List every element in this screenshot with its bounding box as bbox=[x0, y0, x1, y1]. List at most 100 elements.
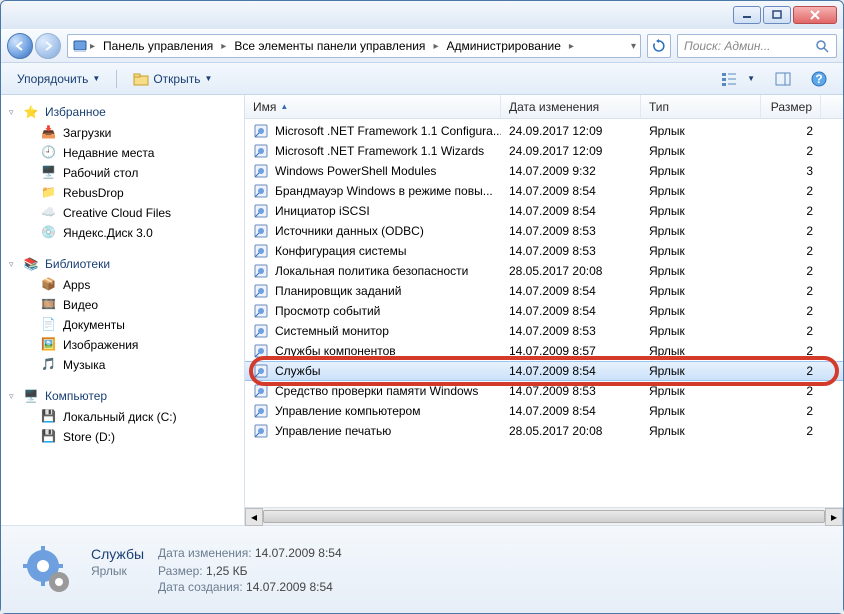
breadcrumb-item[interactable]: Все элементы панели управления bbox=[228, 35, 431, 57]
folder-icon: 📁 bbox=[41, 185, 57, 201]
details-pane: Службы Дата изменения: 14.07.2009 8:54 Я… bbox=[1, 525, 843, 613]
folder-icon: 🖥️ bbox=[41, 165, 57, 181]
preview-pane-button[interactable] bbox=[769, 68, 797, 90]
file-row[interactable]: Управление печатью28.05.2017 20:08Ярлык2 bbox=[245, 421, 843, 441]
tree-item[interactable]: 💾Store (D:) bbox=[1, 427, 244, 447]
file-list: Microsoft .NET Framework 1.1 Configura..… bbox=[245, 119, 843, 507]
file-row[interactable]: Планировщик заданий14.07.2009 8:54Ярлык2 bbox=[245, 281, 843, 301]
nav-bar: ▸ Панель управления▸ Все элементы панели… bbox=[1, 29, 843, 63]
shortcut-icon bbox=[253, 183, 269, 199]
tree-favorites[interactable]: ⭐Избранное bbox=[1, 101, 244, 123]
breadcrumb-item[interactable]: Администрирование bbox=[440, 35, 566, 57]
help-button[interactable]: ? bbox=[805, 68, 833, 90]
file-row[interactable]: Службы компонентов14.07.2009 8:57Ярлык2 bbox=[245, 341, 843, 361]
nav-tree: ⭐Избранное 📥Загрузки🕘Недавние места🖥️Раб… bbox=[1, 95, 245, 525]
toolbar: Упорядочить ▼ Открыть ▼ ▼ ? bbox=[1, 63, 843, 95]
folder-icon: 🎞️ bbox=[41, 297, 57, 313]
file-row[interactable]: Просмотр событий14.07.2009 8:54Ярлык2 bbox=[245, 301, 843, 321]
shortcut-icon bbox=[253, 243, 269, 259]
computer-icon: 🖥️ bbox=[23, 388, 39, 404]
col-name[interactable]: Имя▲ bbox=[245, 95, 501, 118]
view-button[interactable]: ▼ bbox=[715, 68, 761, 90]
file-row[interactable]: Windows PowerShell Modules14.07.2009 9:3… bbox=[245, 161, 843, 181]
forward-button[interactable] bbox=[35, 33, 61, 59]
maximize-button[interactable] bbox=[763, 6, 791, 24]
folder-icon: 🎵 bbox=[41, 357, 57, 373]
file-row[interactable]: Microsoft .NET Framework 1.1 Wizards24.0… bbox=[245, 141, 843, 161]
open-icon bbox=[133, 71, 149, 87]
folder-icon: 🖼️ bbox=[41, 337, 57, 353]
file-row[interactable]: Средство проверки памяти Windows14.07.20… bbox=[245, 381, 843, 401]
shortcut-icon bbox=[253, 343, 269, 359]
col-type[interactable]: Тип bbox=[641, 95, 761, 118]
shortcut-icon bbox=[253, 223, 269, 239]
tree-item[interactable]: ☁️Creative Cloud Files bbox=[1, 203, 244, 223]
search-icon bbox=[814, 38, 830, 54]
tree-libraries[interactable]: 📚Библиотеки bbox=[1, 253, 244, 275]
tree-item[interactable]: 🖥️Рабочий стол bbox=[1, 163, 244, 183]
folder-icon: ☁️ bbox=[41, 205, 57, 221]
tree-item[interactable]: 🖼️Изображения bbox=[1, 335, 244, 355]
shortcut-icon bbox=[253, 383, 269, 399]
file-row[interactable]: Инициатор iSCSI14.07.2009 8:54Ярлык2 bbox=[245, 201, 843, 221]
shortcut-icon bbox=[253, 363, 269, 379]
file-row[interactable]: Брандмауэр Windows в режиме повы...14.07… bbox=[245, 181, 843, 201]
folder-icon: 💾 bbox=[41, 409, 57, 425]
col-date[interactable]: Дата изменения bbox=[501, 95, 641, 118]
folder-icon: 💿 bbox=[41, 225, 57, 241]
svg-text:?: ? bbox=[815, 72, 822, 86]
col-size[interactable]: Размер bbox=[761, 95, 821, 118]
tree-item[interactable]: 🎵Музыка bbox=[1, 355, 244, 375]
folder-icon: 📥 bbox=[41, 125, 57, 141]
organize-menu[interactable]: Упорядочить ▼ bbox=[11, 69, 106, 89]
tree-item[interactable]: 💾Локальный диск (C:) bbox=[1, 407, 244, 427]
control-panel-icon bbox=[72, 38, 88, 54]
open-button[interactable]: Открыть ▼ bbox=[127, 68, 218, 90]
folder-icon: 🕘 bbox=[41, 145, 57, 161]
breadcrumb[interactable]: ▸ Панель управления▸ Все элементы панели… bbox=[67, 34, 641, 58]
details-title: Службы bbox=[91, 546, 144, 562]
tree-computer[interactable]: 🖥️Компьютер bbox=[1, 385, 244, 407]
file-row[interactable]: Конфигурация системы14.07.2009 8:53Ярлык… bbox=[245, 241, 843, 261]
file-row[interactable]: Управление компьютером14.07.2009 8:54Ярл… bbox=[245, 401, 843, 421]
tree-item[interactable]: 🕘Недавние места bbox=[1, 143, 244, 163]
search-input[interactable]: Поиск: Админ... bbox=[677, 34, 837, 58]
folder-icon: 📄 bbox=[41, 317, 57, 333]
file-row[interactable]: Локальная политика безопасности28.05.201… bbox=[245, 261, 843, 281]
libraries-icon: 📚 bbox=[23, 256, 39, 272]
tree-item[interactable]: 🎞️Видео bbox=[1, 295, 244, 315]
tree-item[interactable]: 📥Загрузки bbox=[1, 123, 244, 143]
breadcrumb-item[interactable]: Панель управления bbox=[97, 35, 219, 57]
shortcut-icon bbox=[253, 163, 269, 179]
shortcut-icon bbox=[253, 403, 269, 419]
close-button[interactable] bbox=[793, 6, 837, 24]
tree-item[interactable]: 📦Apps bbox=[1, 275, 244, 295]
gear-icon bbox=[19, 542, 75, 598]
search-placeholder: Поиск: Админ... bbox=[684, 39, 771, 53]
file-row[interactable]: Источники данных (ODBC)14.07.2009 8:53Яр… bbox=[245, 221, 843, 241]
tree-item[interactable]: 📁RebusDrop bbox=[1, 183, 244, 203]
star-icon: ⭐ bbox=[23, 104, 39, 120]
tree-item[interactable]: 💿Яндекс.Диск 3.0 bbox=[1, 223, 244, 243]
shortcut-icon bbox=[253, 283, 269, 299]
tree-item[interactable]: 📄Документы bbox=[1, 315, 244, 335]
file-row[interactable]: Microsoft .NET Framework 1.1 Configura..… bbox=[245, 121, 843, 141]
folder-icon: 📦 bbox=[41, 277, 57, 293]
refresh-button[interactable] bbox=[647, 34, 671, 58]
titlebar bbox=[1, 1, 843, 29]
shortcut-icon bbox=[253, 263, 269, 279]
horizontal-scrollbar[interactable]: ◂ ▸ bbox=[245, 507, 843, 525]
shortcut-icon bbox=[253, 423, 269, 439]
explorer-window: ▸ Панель управления▸ Все элементы панели… bbox=[0, 0, 844, 614]
folder-icon: 💾 bbox=[41, 429, 57, 445]
back-button[interactable] bbox=[7, 33, 33, 59]
shortcut-icon bbox=[253, 143, 269, 159]
minimize-button[interactable] bbox=[733, 6, 761, 24]
file-row[interactable]: Системный монитор14.07.2009 8:53Ярлык2 bbox=[245, 321, 843, 341]
shortcut-icon bbox=[253, 203, 269, 219]
shortcut-icon bbox=[253, 323, 269, 339]
shortcut-icon bbox=[253, 123, 269, 139]
column-headers: Имя▲ Дата изменения Тип Размер bbox=[245, 95, 843, 119]
shortcut-icon bbox=[253, 303, 269, 319]
file-row[interactable]: Службы14.07.2009 8:54Ярлык2 bbox=[245, 361, 843, 381]
